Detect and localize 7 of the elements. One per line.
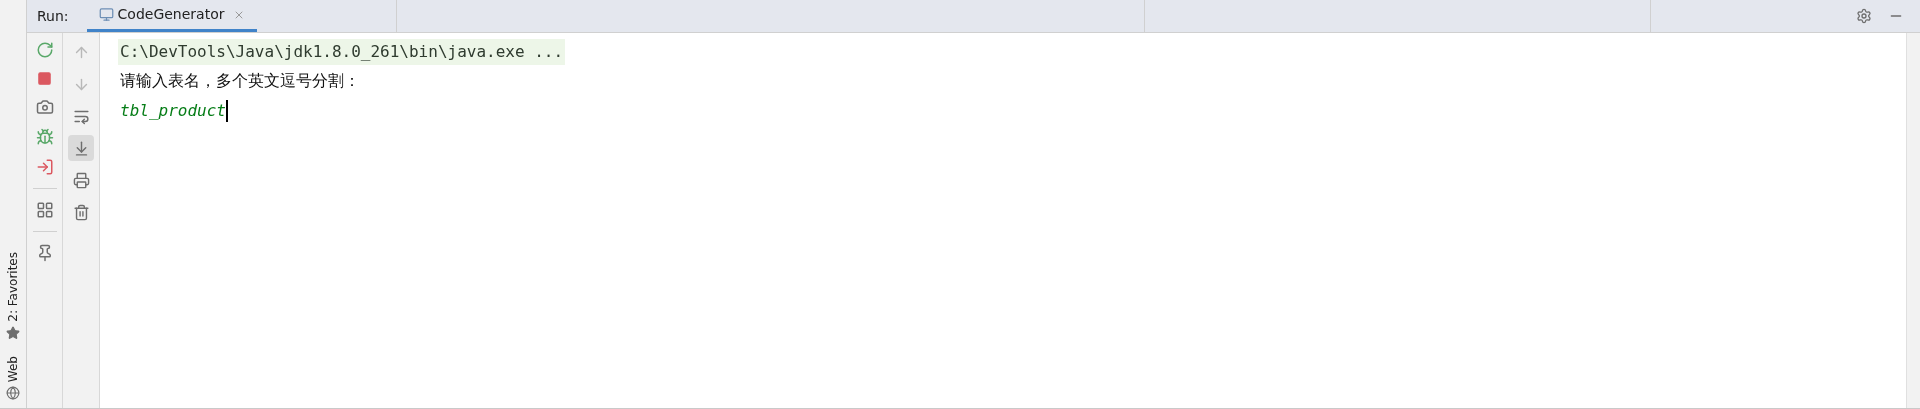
input-text: tbl_product <box>120 100 226 122</box>
console-line: 请输入表名，多个英文逗号分割： <box>119 70 361 92</box>
run-tab[interactable]: CodeGenerator <box>86 0 257 32</box>
tab-label: CodeGenerator <box>117 5 225 24</box>
stripe-tab[interactable]: Web <box>4 355 22 382</box>
panel-title: Run: <box>36 6 70 26</box>
stripe-tab[interactable]: 2: Favorites <box>4 252 22 322</box>
